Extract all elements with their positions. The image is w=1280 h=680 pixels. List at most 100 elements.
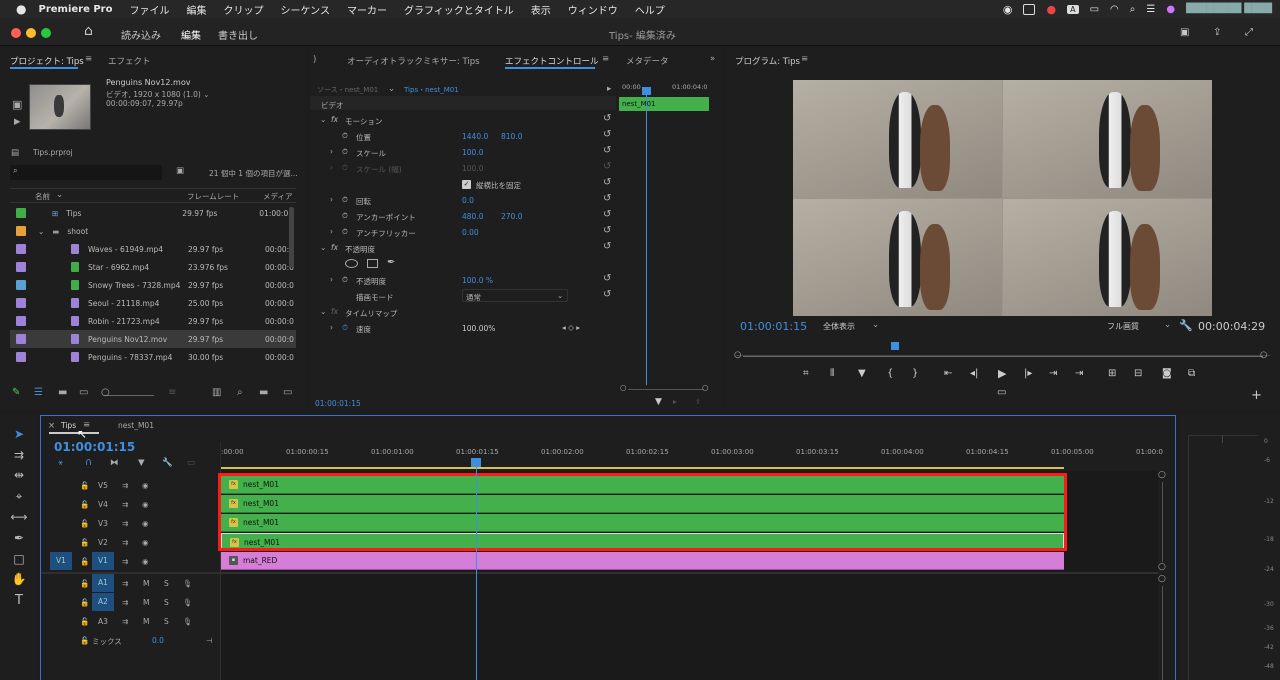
screen-icon[interactable] [1023, 3, 1036, 15]
selection-tool-icon[interactable]: ➤ [8, 427, 30, 445]
sequence-selector[interactable]: Tips・nest_M01 [404, 85, 459, 95]
solo-button[interactable]: S [164, 579, 169, 588]
siri-icon[interactable]: ● [1166, 4, 1175, 15]
scrollbar-start-handle[interactable]: ○ [734, 350, 741, 360]
speed-value[interactable]: 100.00% [462, 324, 495, 333]
tab-project[interactable]: プロジェクト: Tips [10, 55, 84, 67]
ec-menu-icon[interactable]: ≡ [602, 54, 609, 64]
tab-nest[interactable]: nest_M01 [118, 421, 154, 430]
mix-value[interactable]: 0.0 [152, 636, 164, 645]
video-track-scrollbar[interactable] [1162, 482, 1163, 562]
expand-panels-icon[interactable]: » [710, 54, 715, 64]
menu-help[interactable]: ヘルプ [635, 2, 665, 17]
track-label[interactable]: V1 [92, 552, 114, 570]
blend-mode-select[interactable]: 通常 ⌄ [462, 289, 568, 302]
icon-view-icon[interactable]: ▬ [58, 387, 67, 398]
freeform-view-icon[interactable]: ▭ [79, 387, 88, 398]
close-tab-icon[interactable]: × [48, 421, 55, 431]
step-back-icon[interactable]: ◂| [970, 368, 978, 379]
step-forward-icon[interactable]: |▸ [1024, 368, 1032, 379]
position-x[interactable]: 1440.0 [462, 132, 488, 141]
chevron-down-icon[interactable]: ⌄ [388, 84, 395, 94]
list-item-selected[interactable]: Penguins Nov12.mov 29.97 fps 00:00:0 [10, 330, 296, 348]
mute-button[interactable]: M [143, 598, 149, 607]
play-preview-icon[interactable]: ▶ [14, 117, 21, 127]
lock-icon[interactable]: 🔓 [80, 617, 89, 626]
fx-badge-icon[interactable]: fx [331, 115, 338, 124]
track-label[interactable]: A1 [92, 574, 114, 592]
lock-icon[interactable]: 🔓 [80, 579, 89, 588]
lock-icon[interactable]: 🔓 [80, 636, 89, 645]
tab-audio-mixer[interactable]: オーディオトラックミキサー: Tips [347, 55, 480, 67]
sort-icon[interactable]: ⌄ [56, 190, 63, 200]
ec-zoom-handle[interactable]: ○ [620, 383, 627, 392]
work-area-bar[interactable] [221, 467, 1064, 469]
mic-icon[interactable]: 🎙 [183, 617, 193, 626]
captions-icon[interactable]: ▭ [187, 458, 195, 468]
stopwatch-icon[interactable]: ⏱ [342, 195, 348, 205]
menu-edit[interactable]: 編集 [186, 2, 206, 17]
ec-zoom-bar[interactable] [628, 389, 704, 390]
stopwatch-icon[interactable]: ⏱ [342, 275, 348, 285]
list-item[interactable]: Waves - 61949.mp4 29.97 fps 00:00:0 [10, 240, 296, 258]
quality-select[interactable]: フル画質 ⌄ [1102, 319, 1174, 333]
zoom-window-button[interactable] [41, 28, 51, 38]
new-bin-icon[interactable]: ▬ [259, 387, 268, 398]
list-item[interactable]: Snowy Trees - 7328.mp4 29.97 fps 00:00:0 [10, 276, 296, 294]
ec-play-icon[interactable]: ▸ [673, 397, 677, 406]
reset-icon[interactable]: ↺ [603, 209, 611, 220]
apple-icon[interactable]: ● [16, 2, 26, 16]
menu-view[interactable]: 表示 [531, 2, 551, 17]
col-fps[interactable]: フレームレート [187, 191, 239, 202]
program-menu-icon[interactable]: ≡ [801, 54, 808, 64]
camera-icon[interactable]: ◙ [1162, 368, 1172, 379]
add-button[interactable]: + [1251, 388, 1262, 403]
loop-icon[interactable]: ⇥ [1049, 368, 1057, 379]
zoom-select[interactable]: 全体表示 ⌄ [818, 319, 884, 333]
marker-drop-icon[interactable]: ▼ [858, 368, 866, 379]
panel-menu-icon[interactable]: ) [313, 55, 316, 65]
zoom-slider[interactable] [104, 395, 154, 396]
clip-mat-red[interactable]: ▪ mat_RED [221, 552, 1064, 570]
mix-end-icon[interactable]: ⊣ [206, 636, 213, 645]
reset-icon[interactable]: ↺ [603, 113, 611, 124]
project-search-input[interactable]: ⌕ [10, 165, 162, 180]
reset-icon[interactable]: ↺ [603, 193, 611, 204]
timeline-settings-icon[interactable]: 🔧 [162, 458, 173, 468]
program-playhead[interactable] [891, 342, 899, 350]
menu-marker[interactable]: マーカー [347, 2, 387, 17]
wrench-icon[interactable]: 🔧 [1179, 319, 1193, 332]
program-ruler[interactable] [736, 344, 1270, 356]
chevron-down-icon[interactable]: ⌄ [320, 243, 326, 252]
sync-lock-icon[interactable]: ⇉ [122, 617, 128, 626]
list-item[interactable]: ⌄ ▬ shoot [10, 222, 296, 240]
anchor-x[interactable]: 480.0 [462, 212, 483, 221]
menu-sequence[interactable]: シーケンス [280, 2, 330, 17]
mic-icon[interactable]: 🎙 [183, 579, 193, 588]
clip-nest-v2[interactable]: fx nest_M01 [221, 533, 1064, 551]
rotation-value[interactable]: 0.0 [462, 196, 474, 205]
chevron-right-icon[interactable]: › [330, 163, 333, 172]
search-icon[interactable]: ⌕ [1130, 4, 1136, 15]
list-item[interactable]: Star - 6962.mp4 23.976 fps 00:00:0 [10, 258, 296, 276]
reset-icon[interactable]: ↺ [603, 225, 611, 236]
input-icon[interactable]: A [1067, 4, 1079, 14]
list-view-icon[interactable]: ☰ [34, 387, 43, 398]
scrollbar-end-handle[interactable]: ○ [1260, 350, 1267, 360]
track-scroll-handle[interactable]: ○ [1158, 574, 1166, 584]
solo-button[interactable]: S [164, 617, 169, 626]
ec-playhead[interactable] [646, 89, 647, 385]
tab-metadata[interactable]: メタデータ [626, 55, 669, 67]
source-selector[interactable]: ソース・nest_M01 [317, 85, 378, 95]
playhead-line[interactable] [476, 466, 477, 680]
pencil-icon[interactable]: ✎ [12, 387, 20, 398]
extract-icon[interactable]: ⊟ [1134, 368, 1142, 379]
menu-clip[interactable]: クリップ [223, 2, 263, 17]
play-button[interactable]: ▶ [998, 367, 1006, 380]
program-scrollbar[interactable] [743, 356, 1263, 357]
zoom-slider-handle[interactable]: ○ [101, 387, 110, 398]
compare-icon[interactable]: ⧉ [1188, 368, 1195, 379]
mark-out-icon[interactable]: } [912, 368, 918, 379]
list-item[interactable]: Seoul - 21118.mp4 25.00 fps 00:00:0 [10, 294, 296, 312]
timeline-ruler[interactable]: :00:00 01:00:00:15 01:00:01:00 01:00:01:… [221, 442, 1163, 470]
